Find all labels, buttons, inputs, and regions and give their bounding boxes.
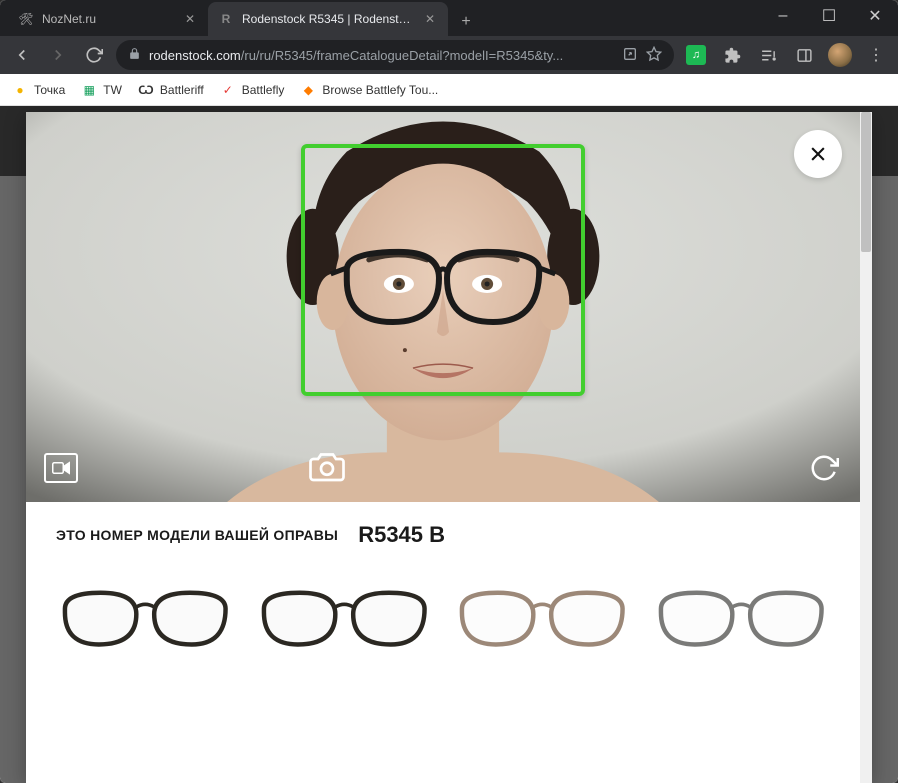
modal-scrollbar[interactable]	[860, 112, 872, 783]
scrollbar-thumb[interactable]	[861, 112, 871, 252]
tab-strip: 🛠 NozNet.ru ✕ R Rodenstock R5345 | Roden…	[0, 2, 760, 36]
side-panel-icon[interactable]	[790, 41, 818, 69]
minimize-button[interactable]: –	[760, 0, 806, 32]
variant-4[interactable]	[652, 578, 831, 658]
back-button[interactable]	[8, 41, 36, 69]
frame-variants	[26, 568, 860, 658]
variant-2[interactable]	[255, 578, 434, 658]
titlebar: 🛠 NozNet.ru ✕ R Rodenstock R5345 | Roden…	[0, 0, 898, 36]
extensions-button[interactable]	[718, 41, 746, 69]
bookmark-tw[interactable]: ▦TW	[81, 82, 122, 98]
model-number: R5345 B	[358, 522, 445, 548]
variant-3[interactable]	[453, 578, 632, 658]
tab-close-icon[interactable]: ✕	[182, 11, 198, 27]
page-viewport: RODENSTOCK	[0, 106, 898, 783]
new-tab-button[interactable]: +	[452, 8, 480, 36]
browser-window: 🛠 NozNet.ru ✕ R Rodenstock R5345 | Roden…	[0, 0, 898, 783]
tryon-modal: ЭТО НОМЕР МОДЕЛИ ВАШЕЙ ОПРАВЫ R5345 B	[26, 112, 872, 783]
tab-title: NozNet.ru	[42, 12, 174, 26]
lock-icon	[128, 47, 141, 63]
bookmarks-bar: ●Точка ▦TW ѠBattleriff ✓Battlefly ◆Brows…	[0, 74, 898, 106]
window-controls: – ☐ ✕	[760, 0, 898, 32]
refresh-button[interactable]	[806, 450, 842, 486]
tab-title: Rodenstock R5345 | Rodenstock	[242, 12, 414, 26]
modal-content: ЭТО НОМЕР МОДЕЛИ ВАШЕЙ ОПРАВЫ R5345 B	[26, 112, 860, 783]
variant-1[interactable]	[56, 578, 235, 658]
favicon-noznet: 🛠	[18, 11, 34, 27]
virtual-tryon-viewport	[26, 112, 860, 502]
forward-button[interactable]	[44, 41, 72, 69]
bookmark-battlefy[interactable]: ◆Browse Battlefy Tou...	[300, 82, 438, 98]
star-icon[interactable]	[646, 46, 662, 65]
favicon-rodenstock: R	[218, 11, 234, 27]
maximize-button[interactable]: ☐	[806, 0, 852, 32]
video-button[interactable]	[44, 453, 78, 483]
bookmark-battleriff[interactable]: ѠBattleriff	[138, 82, 204, 98]
reload-button[interactable]	[80, 41, 108, 69]
bookmark-tochka[interactable]: ●Точка	[12, 82, 65, 98]
model-label: ЭТО НОМЕР МОДЕЛИ ВАШЕЙ ОПРАВЫ	[56, 527, 338, 543]
profile-avatar[interactable]	[826, 41, 854, 69]
reading-list-icon[interactable]	[754, 41, 782, 69]
extension-music[interactable]: ♫	[682, 41, 710, 69]
close-button[interactable]	[794, 130, 842, 178]
tryon-controls	[26, 446, 860, 490]
share-icon[interactable]	[622, 46, 638, 65]
toolbar: rodenstock.com/ru/ru/R5345/frameCatalogu…	[0, 36, 898, 74]
camera-button[interactable]	[309, 450, 345, 486]
window-close-button[interactable]: ✕	[852, 0, 898, 32]
tab-noznet[interactable]: 🛠 NozNet.ru ✕	[8, 2, 208, 36]
address-bar[interactable]: rodenstock.com/ru/ru/R5345/frameCatalogu…	[116, 40, 674, 70]
face-detection-frame	[301, 144, 585, 396]
menu-button[interactable]: ⋮	[862, 41, 890, 69]
bookmark-battlefly[interactable]: ✓Battlefly	[220, 82, 285, 98]
tab-rodenstock[interactable]: R Rodenstock R5345 | Rodenstock ✕	[208, 2, 448, 36]
tab-close-icon[interactable]: ✕	[422, 11, 438, 27]
url-text: rodenstock.com/ru/ru/R5345/frameCatalogu…	[149, 48, 614, 63]
model-info-row: ЭТО НОМЕР МОДЕЛИ ВАШЕЙ ОПРАВЫ R5345 B	[26, 502, 860, 568]
